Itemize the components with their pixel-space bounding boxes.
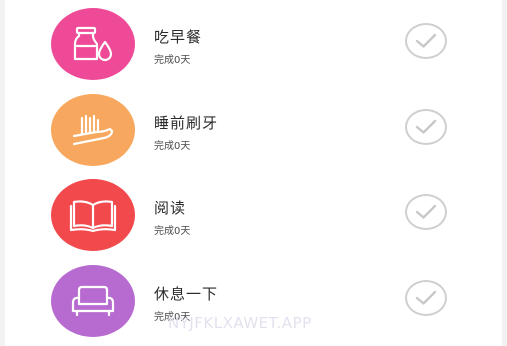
complete-check-button[interactable] xyxy=(405,280,447,316)
habit-icon-circle xyxy=(51,179,135,251)
habit-icon-circle xyxy=(51,8,135,80)
habit-list-screen: 吃早餐 完成0天 睡前刷牙 完成0天 阅读 完成0天 休息一下 完成0天 NYJ… xyxy=(0,0,507,346)
habit-row-reading[interactable]: 阅读 完成0天 xyxy=(0,172,507,258)
habit-name: 阅读 xyxy=(154,199,187,217)
habit-row-brush-teeth[interactable]: 睡前刷牙 完成0天 xyxy=(0,87,507,173)
habit-completion-status: 完成0天 xyxy=(154,141,191,152)
habit-name: 休息一下 xyxy=(154,285,219,303)
checkmark-icon xyxy=(415,119,437,134)
checkmark-icon xyxy=(415,33,437,48)
checkmark-icon xyxy=(415,204,437,219)
toothbrush-icon xyxy=(72,114,114,146)
habit-completion-status: 完成0天 xyxy=(154,226,191,237)
watermark-text: NYJFKLXAWET.APP xyxy=(168,314,312,332)
habit-icon-circle xyxy=(51,94,135,166)
complete-check-button[interactable] xyxy=(405,109,447,145)
complete-check-button[interactable] xyxy=(405,194,447,230)
open-book-icon xyxy=(69,200,117,233)
habit-icon-circle xyxy=(51,265,135,337)
habit-completion-status: 完成0天 xyxy=(154,55,191,66)
habit-row-breakfast[interactable]: 吃早餐 完成0天 xyxy=(0,1,507,87)
checkmark-icon xyxy=(415,290,437,305)
sofa-icon xyxy=(71,285,115,317)
habit-name: 睡前刷牙 xyxy=(154,114,219,132)
habit-name: 吃早餐 xyxy=(154,28,203,46)
milk-bottle-icon xyxy=(73,26,113,62)
complete-check-button[interactable] xyxy=(405,23,447,59)
